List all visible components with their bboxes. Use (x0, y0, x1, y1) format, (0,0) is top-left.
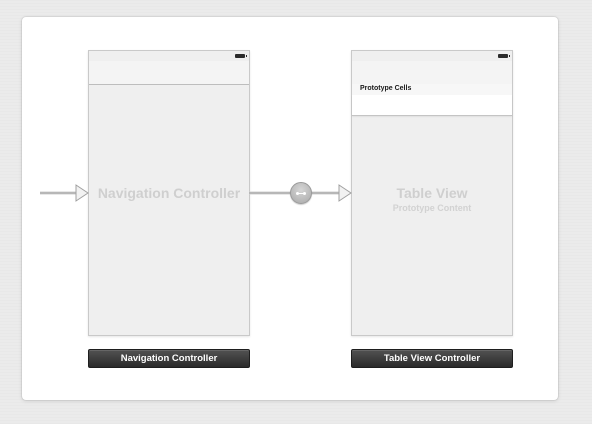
navigation-controller-scene[interactable]: Navigation Controller (88, 50, 250, 336)
navigation-controller-dock[interactable]: Navigation Controller (88, 349, 250, 368)
storyboard-canvas[interactable]: Navigation Controller Prototype Cells Ta… (0, 0, 592, 424)
battery-icon (498, 54, 510, 58)
prototype-cells-header: Prototype Cells (352, 84, 512, 95)
segue-dot-left (296, 192, 299, 195)
segue-dot-right (303, 192, 306, 195)
table-view-controller-scene[interactable]: Prototype Cells Table View Prototype Con… (351, 50, 513, 336)
navigation-bar[interactable] (352, 61, 512, 85)
battery-icon (235, 54, 247, 58)
scene-watermark-title: Table View (396, 185, 468, 201)
navigation-bar[interactable] (89, 61, 249, 85)
status-bar (352, 51, 512, 61)
status-bar (89, 51, 249, 61)
prototype-cell[interactable] (352, 95, 512, 116)
scene-watermark-subtitle: Prototype Content (392, 203, 472, 213)
relationship-segue-icon[interactable] (290, 182, 312, 204)
scene-watermark-title: Navigation Controller (97, 185, 241, 201)
table-view-controller-dock[interactable]: Table View Controller (351, 349, 513, 368)
prototype-cells-label: Prototype Cells (360, 85, 412, 92)
